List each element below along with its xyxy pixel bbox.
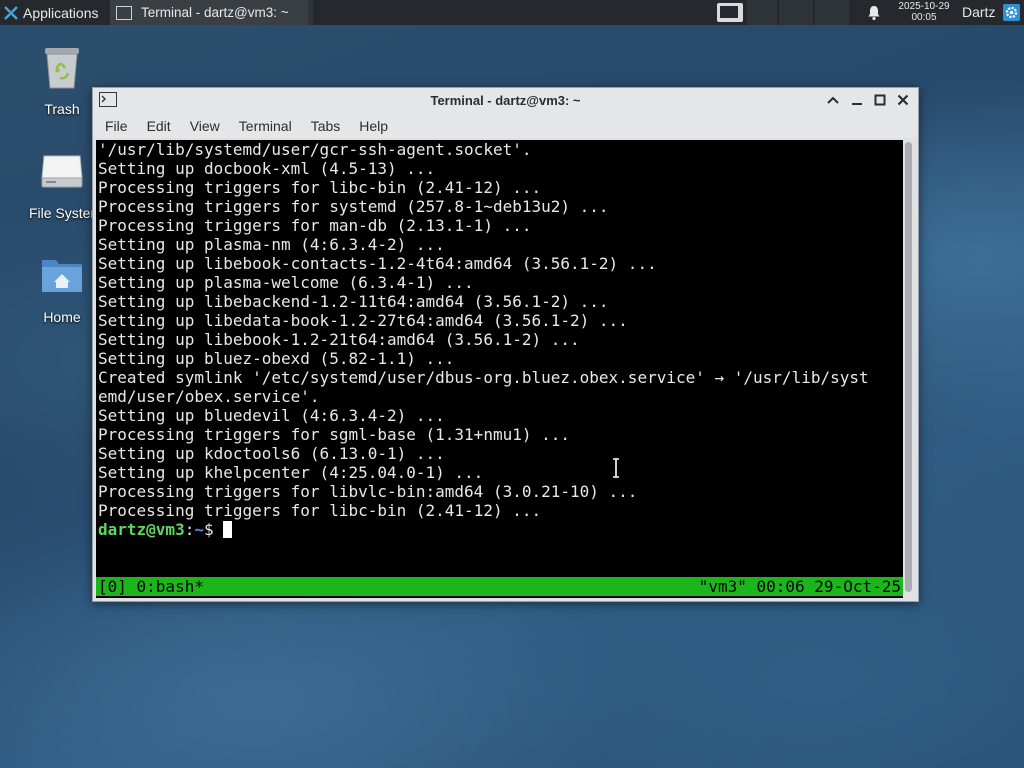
tmux-window-list: [0] 0:bash* <box>98 577 204 596</box>
terminal-line: Setting up libedata-book-1.2-27t64:amd64… <box>98 311 628 330</box>
taskbar-terminal-label: Terminal - dartz@vm3: ~ <box>141 5 289 20</box>
scrollbar-thumb[interactable] <box>905 142 912 592</box>
drive-icon <box>41 155 83 188</box>
terminal-line: Setting up libebackend-1.2-11t64:amd64 (… <box>98 292 609 311</box>
menu-view[interactable]: View <box>183 118 227 134</box>
minimize-icon[interactable] <box>850 93 864 107</box>
top-panel: Applications Terminal - dartz@vm3: ~ 202… <box>0 0 1024 25</box>
terminal-line: Setting up kdoctools6 (6.13.0-1) ... <box>98 444 445 463</box>
menu-edit[interactable]: Edit <box>140 118 178 134</box>
shell-prompt: dartz@vm3:~$ <box>98 520 869 539</box>
terminal-output-area[interactable]: '/usr/lib/systemd/user/gcr-ssh-agent.soc… <box>96 140 903 598</box>
applications-label: Applications <box>23 4 99 21</box>
user-menu[interactable]: Dartz <box>962 4 995 20</box>
terminal-line: Processing triggers for libvlc-bin:amd64… <box>98 482 638 501</box>
terminal-line: Processing triggers for systemd (257.8-1… <box>98 197 609 216</box>
terminal-line: Setting up plasma-welcome (6.3.4-1) ... <box>98 273 474 292</box>
menu-file[interactable]: File <box>98 118 135 134</box>
terminal-icon <box>116 5 132 20</box>
prompt-sign: $ <box>203 520 224 539</box>
terminal-line: Setting up libebook-contacts-1.2-4t64:am… <box>98 254 657 273</box>
close-icon[interactable] <box>896 93 910 107</box>
window-titlebar[interactable]: Terminal - dartz@vm3: ~ <box>93 88 918 114</box>
terminal-line: Setting up bluez-obexd (5.82-1.1) ... <box>98 349 455 368</box>
terminal-line: Processing triggers for libc-bin (2.41-1… <box>98 501 542 520</box>
shade-chevron-up-icon[interactable] <box>826 93 840 107</box>
xfce-menu-icon <box>4 5 18 20</box>
menu-terminal[interactable]: Terminal <box>232 118 299 134</box>
desktop-icon-trash[interactable]: Trash <box>22 44 102 117</box>
prompt-separator: : <box>184 520 195 539</box>
applications-menu[interactable]: Applications <box>0 0 110 25</box>
terminal-cursor <box>223 521 233 538</box>
terminal-line: emd/user/obex.service'. <box>98 387 320 406</box>
desktop-icon-home[interactable]: Home <box>22 252 102 325</box>
terminal-launcher-icon[interactable] <box>717 3 743 22</box>
terminal-line: Setting up libebook-1.2-21t64:amd64 (3.5… <box>98 330 580 349</box>
desktop-icon-filesystem[interactable]: File Syster <box>22 148 102 221</box>
notification-bell-icon[interactable] <box>866 4 882 21</box>
workspace-2[interactable] <box>747 0 777 25</box>
panel-clock[interactable]: 2025-10-29 00:05 <box>893 1 955 25</box>
workspace-4[interactable] <box>815 0 849 25</box>
workspace-3[interactable] <box>779 0 813 25</box>
desktop-icon-home-label: Home <box>43 309 81 325</box>
terminal-line: Setting up plasma-nm (4:6.3.4-2) ... <box>98 235 445 254</box>
terminal-output: '/usr/lib/systemd/user/gcr-ssh-agent.soc… <box>98 140 869 539</box>
tmux-status-bar: [0] 0:bash* "vm3" 00:06 29-Oct-25 <box>96 577 903 596</box>
desktop-icon-filesystem-label: File Syster <box>28 205 96 221</box>
terminal-window[interactable]: Terminal - dartz@vm3: ~ File Edit View T… <box>92 87 919 602</box>
tmux-status-right: "vm3" 00:06 29-Oct-25 <box>698 577 901 596</box>
panel-separator <box>308 0 313 25</box>
text-cursor-ibeam-icon <box>613 458 619 478</box>
terminal-line: Setting up khelpcenter (4:25.04.0-1) ... <box>98 463 484 482</box>
menu-bar: File Edit View Terminal Tabs Help <box>93 114 918 138</box>
window-title: Terminal - dartz@vm3: ~ <box>430 93 581 108</box>
menu-tabs[interactable]: Tabs <box>304 118 348 134</box>
terminal-line: Setting up docbook-xml (4.5-13) ... <box>98 159 436 178</box>
maximize-icon[interactable] <box>873 93 887 107</box>
terminal-line: Processing triggers for libc-bin (2.41-1… <box>98 178 542 197</box>
terminal-scrollbar[interactable] <box>903 140 915 598</box>
taskbar-terminal-button[interactable]: Terminal - dartz@vm3: ~ <box>110 0 308 25</box>
terminal-line: '/usr/lib/systemd/user/gcr-ssh-agent.soc… <box>98 140 532 159</box>
home-folder-icon <box>42 260 82 292</box>
terminal-line: Processing triggers for sgml-base (1.31+… <box>98 425 571 444</box>
menu-help[interactable]: Help <box>352 118 395 134</box>
prompt-user: dartz@vm3 <box>98 520 185 539</box>
prompt-path: ~ <box>194 520 204 539</box>
terminal-line: Setting up bluedevil (4:6.3.4-2) ... <box>98 406 445 425</box>
clock-date: 2025-10-29 <box>898 1 950 12</box>
terminal-line: Created symlink '/etc/systemd/user/dbus-… <box>98 368 869 387</box>
trash-icon <box>45 48 79 89</box>
desktop-icon-trash-label: Trash <box>44 101 80 117</box>
settings-gear-icon[interactable] <box>1003 4 1020 21</box>
clock-time: 00:05 <box>911 12 937 23</box>
terminal-line: Processing triggers for man-db (2.13.1-1… <box>98 216 532 235</box>
